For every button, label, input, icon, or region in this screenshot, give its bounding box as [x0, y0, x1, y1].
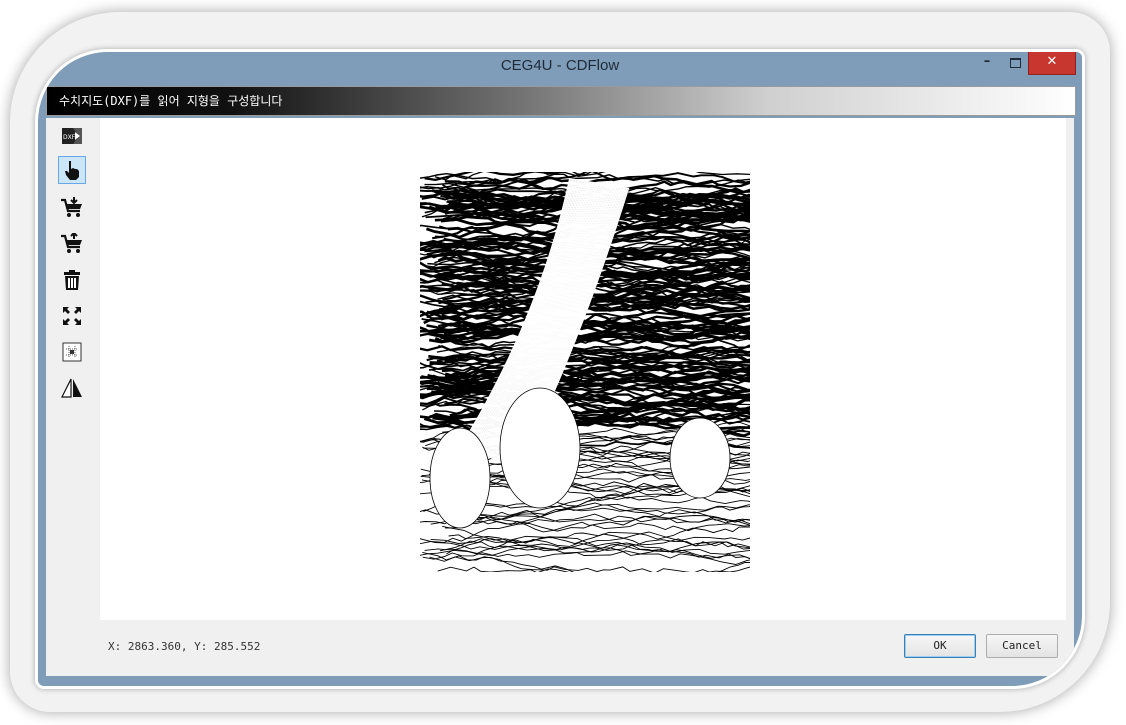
cancel-button[interactable]: Cancel — [986, 634, 1058, 658]
mirror-button[interactable] — [58, 374, 86, 402]
maximize-button[interactable] — [1002, 52, 1028, 74]
close-button[interactable]: ✕ — [1028, 52, 1076, 75]
grid-select-icon — [62, 342, 82, 362]
add-point-button[interactable] — [58, 194, 86, 222]
status-bar: X: 2863.360, Y: 285.552 OK Cancel — [46, 620, 1074, 676]
grid-select-button[interactable] — [58, 338, 86, 366]
trash-icon — [64, 270, 80, 290]
add-area-button[interactable] — [58, 230, 86, 258]
tool-palette: DXF — [46, 118, 98, 618]
dxf-file-icon: DXF — [62, 128, 82, 144]
pan-tool-button[interactable] — [58, 156, 86, 184]
contour-lines — [420, 172, 750, 572]
fit-extent-button[interactable] — [58, 302, 86, 330]
dxf-icon-label: DXF — [63, 134, 76, 141]
delete-button[interactable] — [58, 266, 86, 294]
cart-add-icon — [61, 197, 82, 217]
minimize-button[interactable]: – — [974, 52, 1000, 74]
banner-text: 수치지도(DXF)를 읽어 지형을 구성합니다 — [59, 94, 283, 108]
cart-add-icon — [61, 233, 82, 253]
window-title: CEG4U - CDFlow — [500, 57, 620, 74]
mirror-triangle-icon — [61, 378, 82, 398]
map-canvas[interactable] — [100, 118, 1066, 620]
instruction-banner: 수치지도(DXF)를 읽어 지형을 구성합니다 — [46, 86, 1076, 116]
client-area: DXF X: 2863.360, Y: 285.552 OK Cancel — [46, 118, 1074, 676]
ok-button[interactable]: OK — [904, 634, 976, 658]
contour-map — [420, 172, 750, 572]
cursor-coordinates: X: 2863.360, Y: 285.552 — [108, 640, 261, 653]
open-dxf-button[interactable]: DXF — [58, 122, 86, 150]
expand-icon — [63, 307, 81, 325]
title-bar[interactable]: CEG4U - CDFlow – ✕ — [38, 52, 1082, 82]
maximize-icon — [1009, 58, 1021, 68]
app-window: CEG4U - CDFlow – ✕ 수치지도(DXF)를 읽어 지형을 구성합… — [38, 52, 1082, 686]
hand-pointer-icon — [65, 161, 79, 180]
